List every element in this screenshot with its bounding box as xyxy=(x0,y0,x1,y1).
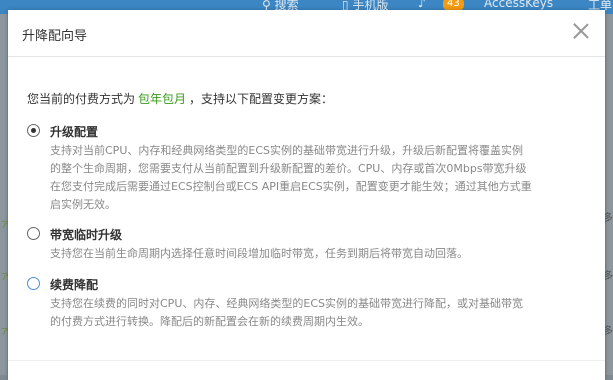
radio-upgrade[interactable] xyxy=(27,124,40,137)
footer-divider xyxy=(8,360,605,361)
description-line: 启实例无效。 xyxy=(50,198,116,211)
intro-suffix: ，支持以下配置变更方案： xyxy=(189,92,334,106)
dialog-title: 升降配向导 xyxy=(22,29,88,44)
page-left-edge: ァ ァ ァ xyxy=(0,14,10,375)
description-line: 的整个生命周期，您需要支付从当前配置到升级新配置的差价。CPU、内存或首次0Mb… xyxy=(50,162,527,175)
pay-mode-intro: 您当前的付费方式为 包年包月 ，支持以下配置变更方案： xyxy=(27,90,333,107)
description-line: 支持对当前CPU、内存和经典网络类型的ECS实例的基础带宽进行升级，升级后新配置… xyxy=(50,144,523,157)
option-description: 支持对当前CPU、内存和经典网络类型的ECS实例的基础带宽进行升级，升级后新配置… xyxy=(50,142,595,214)
radio-temp-bandwidth[interactable] xyxy=(27,227,40,240)
description-line: 在您支付完成后需要通过ECS控制台或ECS API重启ECS实例，配置变更才能生… xyxy=(50,180,532,193)
option-title[interactable]: 带宽临时升级 xyxy=(50,226,122,243)
description-line: 支持您在当前生命周期内选择任意时间段增加临时带宽，任务到期后将带宽自动回落。 xyxy=(50,247,468,260)
option-description: 支持您在当前生命周期内选择任意时间段增加临时带宽，任务到期后将带宽自动回落。 xyxy=(50,245,595,263)
dialog-header: 升降配向导 xyxy=(8,10,605,57)
option-title[interactable]: 升级配置 xyxy=(50,123,98,140)
config-change-dialog: 升降配向导 您当前的付费方式为 包年包月 ，支持以下配置变更方案： 升级配置 支持对… xyxy=(8,10,605,380)
option-description: 支持您在续费的同时对CPU、内存、经典网络类型的ECS实例的基础带宽进行降配，或… xyxy=(50,295,595,331)
description-line: 的付费方式进行转换。降配后的新配置会在新的续费周期内生效。 xyxy=(50,315,369,328)
page-right-edge: 多 多 多 xyxy=(603,14,613,375)
radio-renew-downgrade[interactable] xyxy=(27,277,40,290)
close-icon[interactable] xyxy=(573,23,589,39)
accesskeys-link[interactable]: AccessKeys xyxy=(484,0,553,10)
description-line: 支持您在续费的同时对CPU、内存、经典网络类型的ECS实例的基础带宽进行降配，或… xyxy=(50,297,523,310)
option-title[interactable]: 续费降配 xyxy=(50,276,98,293)
pay-mode-value: 包年包月 xyxy=(138,92,187,106)
bell-icon[interactable]: ♪ xyxy=(418,0,426,10)
intro-prefix: 您当前的付费方式为 xyxy=(27,92,136,106)
